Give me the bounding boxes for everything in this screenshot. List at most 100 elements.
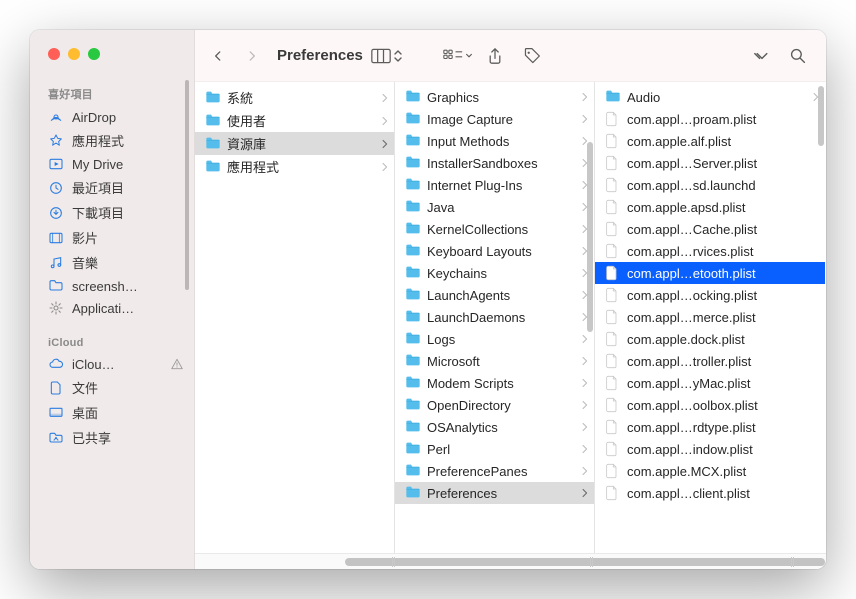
sidebar-item-drive[interactable]: My Drive	[30, 153, 194, 175]
sidebar-item-apps[interactable]: 應用程式	[30, 128, 194, 153]
row-label: com.appl…rvices.plist	[627, 244, 819, 259]
folder-row[interactable]: Audio	[595, 86, 825, 108]
folder-row[interactable]: Keychains	[395, 262, 594, 284]
sidebar-item-doc[interactable]: 文件	[30, 375, 194, 400]
file-row[interactable]: com.appl…indow.plist	[595, 438, 825, 460]
folder-icon	[205, 159, 221, 175]
sidebar-item-recents[interactable]: 最近項目	[30, 175, 194, 200]
row-label: com.apple.alf.plist	[627, 134, 819, 149]
row-label: com.appl…merce.plist	[627, 310, 819, 325]
sidebar-scrollbar[interactable]	[185, 80, 189, 290]
folder-icon	[405, 133, 421, 149]
row-label: com.appl…etooth.plist	[627, 266, 819, 281]
folder-row[interactable]: InstallerSandboxes	[395, 152, 594, 174]
file-row[interactable]: com.appl…troller.plist	[595, 350, 825, 372]
sidebar-item-label: screensh…	[72, 279, 138, 294]
folder-row[interactable]: PreferencePanes	[395, 460, 594, 482]
row-label: 系統	[227, 88, 375, 107]
zoom-button[interactable]	[88, 48, 100, 60]
file-row[interactable]: com.appl…rdtype.plist	[595, 416, 825, 438]
folder-row[interactable]: OSAnalytics	[395, 416, 594, 438]
file-row[interactable]: com.appl…Server.plist	[595, 152, 825, 174]
row-label: Logs	[427, 332, 575, 347]
file-row[interactable]: com.appl…proam.plist	[595, 108, 825, 130]
back-button[interactable]	[205, 45, 231, 67]
column-level2[interactable]: Graphics Image CaptureInput MethodsInstal…	[395, 82, 595, 553]
file-row[interactable]: com.appl…merce.plist	[595, 306, 825, 328]
column-scrollbar[interactable]	[587, 142, 593, 332]
row-label: com.apple.dock.plist	[627, 332, 819, 347]
column-level3[interactable]: Audio com.appl…proam.plist com.apple.alf.p…	[595, 82, 825, 553]
more-button[interactable]	[748, 47, 776, 65]
sidebar-item-music[interactable]: 音樂	[30, 250, 194, 275]
folder-row[interactable]: Logs	[395, 328, 594, 350]
horizontal-scrollbar-thumb[interactable]	[345, 558, 825, 566]
forward-button[interactable]	[239, 45, 265, 67]
minimize-button[interactable]	[68, 48, 80, 60]
file-row[interactable]: com.apple.apsd.plist	[595, 196, 825, 218]
file-row[interactable]: com.appl…rvices.plist	[595, 240, 825, 262]
column-resize-handle[interactable]	[791, 557, 797, 567]
folder-row[interactable]: Java	[395, 196, 594, 218]
search-button[interactable]	[784, 44, 812, 68]
icloud-icon	[48, 356, 64, 372]
row-label: Java	[427, 200, 575, 215]
folder-row[interactable]: Perl	[395, 438, 594, 460]
group-button[interactable]	[443, 49, 473, 63]
folder-row[interactable]: Microsoft	[395, 350, 594, 372]
file-row[interactable]: com.appl…etooth.plist	[595, 262, 825, 284]
folder-row[interactable]: LaunchAgents	[395, 284, 594, 306]
folder-row[interactable]: Internet Plug-Ins	[395, 174, 594, 196]
file-row[interactable]: com.apple.dock.plist	[595, 328, 825, 350]
folder-row[interactable]: OpenDirectory	[395, 394, 594, 416]
sidebar-item-movies[interactable]: 影片	[30, 225, 194, 250]
sidebar-item-shared[interactable]: 已共享	[30, 425, 194, 450]
column-scrollbar[interactable]	[818, 86, 824, 146]
column-level1[interactable]: 系統使用者資源庫應用程式	[195, 82, 395, 553]
row-label: 資源庫	[227, 134, 375, 153]
folder-row[interactable]: Image Capture	[395, 108, 594, 130]
file-row[interactable]: com.appl…yMac.plist	[595, 372, 825, 394]
folder-row[interactable]: Graphics	[395, 86, 594, 108]
sidebar-item-icloud[interactable]: iClou…	[30, 353, 194, 375]
sidebar-item-gear[interactable]: Applicati…	[30, 297, 194, 319]
column-resize-handle[interactable]	[590, 557, 596, 567]
folder-row[interactable]: 資源庫	[195, 132, 394, 155]
folder-row[interactable]: 使用者	[195, 109, 394, 132]
folder-row[interactable]: Keyboard Layouts	[395, 240, 594, 262]
sidebar-item-folder[interactable]: screensh…	[30, 275, 194, 297]
folder-icon	[205, 113, 221, 129]
row-label: com.apple.apsd.plist	[627, 200, 819, 215]
file-icon	[605, 133, 621, 149]
sidebar-item-airdrop[interactable]: AirDrop	[30, 106, 194, 128]
file-row[interactable]: com.appl…ocking.plist	[595, 284, 825, 306]
file-row[interactable]: com.appl…client.plist	[595, 482, 825, 504]
folder-row[interactable]: LaunchDaemons	[395, 306, 594, 328]
folder-icon	[405, 111, 421, 127]
file-row[interactable]: com.appl…Cache.plist	[595, 218, 825, 240]
folder-row[interactable]: Input Methods	[395, 130, 594, 152]
file-icon	[605, 155, 621, 171]
file-row[interactable]: com.apple.MCX.plist	[595, 460, 825, 482]
folder-row[interactable]: 系統	[195, 86, 394, 109]
folder-row[interactable]: Preferences	[395, 482, 594, 504]
column-resize-handle[interactable]	[392, 557, 398, 567]
close-button[interactable]	[48, 48, 60, 60]
row-label: Graphics	[427, 90, 575, 105]
file-row[interactable]: com.appl…oolbox.plist	[595, 394, 825, 416]
folder-icon	[605, 89, 621, 105]
file-row[interactable]: com.appl…sd.launchd	[595, 174, 825, 196]
tags-button[interactable]	[517, 43, 547, 69]
folder-icon	[405, 463, 421, 479]
sidebar-item-desktop[interactable]: 桌面	[30, 400, 194, 425]
share-button[interactable]	[481, 43, 509, 69]
sidebar-item-downloads[interactable]: 下載項目	[30, 200, 194, 225]
row-label: com.appl…proam.plist	[627, 112, 819, 127]
horizontal-scrollbar[interactable]	[195, 553, 826, 569]
view-switcher[interactable]	[371, 48, 403, 64]
gear-icon	[48, 300, 64, 316]
folder-row[interactable]: 應用程式	[195, 155, 394, 178]
file-row[interactable]: com.apple.alf.plist	[595, 130, 825, 152]
folder-row[interactable]: Modem Scripts	[395, 372, 594, 394]
folder-row[interactable]: KernelCollections	[395, 218, 594, 240]
